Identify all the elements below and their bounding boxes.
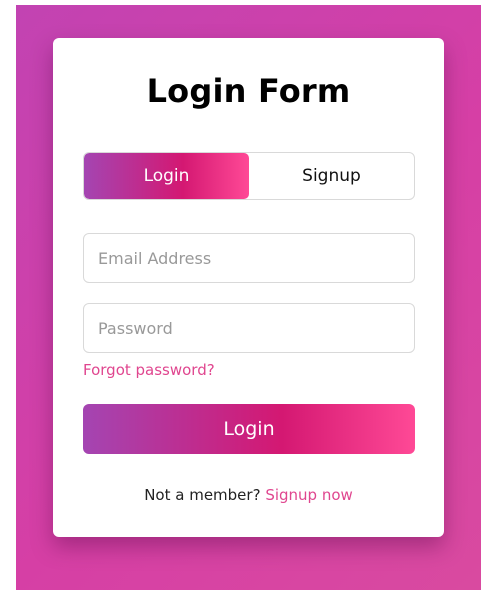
login-button[interactable]: Login bbox=[83, 404, 415, 454]
form-title: Login Form bbox=[146, 72, 351, 110]
signup-now-link[interactable]: Signup now bbox=[265, 486, 352, 504]
signup-prompt-text: Not a member? bbox=[144, 486, 261, 504]
tab-login[interactable]: Login bbox=[84, 153, 249, 199]
login-card: Login Form Login Signup Forgot password?… bbox=[53, 38, 444, 537]
signup-prompt-row: Not a member? Signup now bbox=[53, 486, 444, 504]
tab-signup[interactable]: Signup bbox=[249, 153, 414, 199]
password-field[interactable] bbox=[83, 303, 415, 353]
email-field[interactable] bbox=[83, 233, 415, 283]
page-background: Login Form Login Signup Forgot password?… bbox=[16, 5, 481, 590]
login-signup-toggle: Login Signup bbox=[83, 152, 415, 200]
forgot-password-link[interactable]: Forgot password? bbox=[83, 361, 215, 379]
